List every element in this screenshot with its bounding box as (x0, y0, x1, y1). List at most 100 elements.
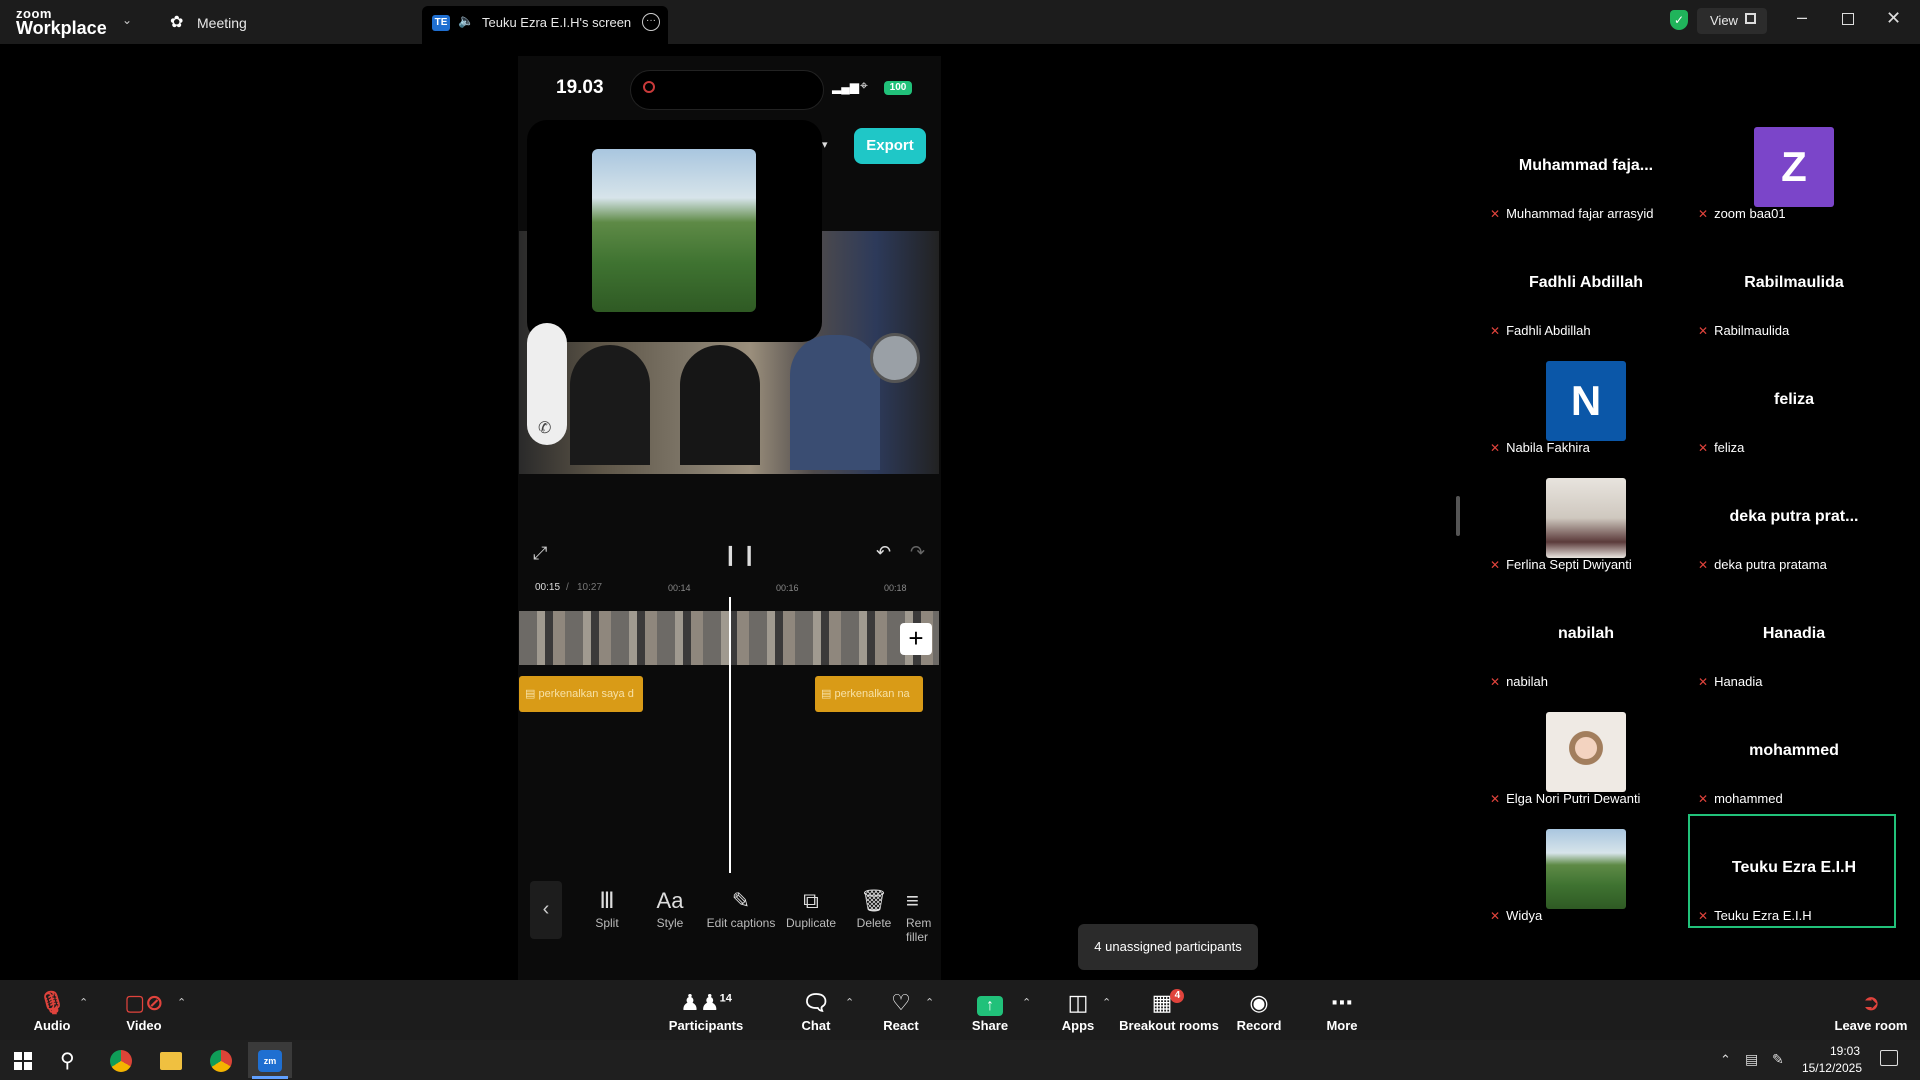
chrome-icon[interactable] (110, 1050, 132, 1072)
chat-options-caret-icon[interactable]: ⌃ (845, 996, 854, 1009)
start-tile (14, 1052, 22, 1060)
notifications-icon[interactable] (1880, 1050, 1898, 1066)
video-options-caret-icon[interactable]: ⌃ (177, 996, 186, 1009)
close-icon[interactable]: ✕ (1886, 8, 1901, 29)
style-tool[interactable]: Aa Style (640, 888, 700, 930)
participant-name: deka putra pratama (1714, 557, 1827, 572)
fullscreen-icon[interactable]: ⤢ (533, 543, 547, 564)
redo-icon[interactable]: ↷ (910, 542, 925, 563)
more-options-icon[interactable]: ··· (642, 13, 660, 31)
microphone-muted-icon: ✕ (1698, 558, 1709, 572)
split-tool[interactable]: Ⅲ Split (577, 888, 637, 930)
participant-name: Ferlina Septi Dwiyanti (1506, 557, 1632, 572)
caption-icon: ▤ (525, 688, 539, 700)
more-button[interactable]: ⋯ More (1297, 990, 1387, 1033)
playhead[interactable] (729, 597, 731, 873)
participant-name: Elga Nori Putri Dewanti (1506, 791, 1641, 806)
add-clip-icon[interactable]: + (900, 623, 932, 655)
record-label: Record (1236, 1018, 1282, 1033)
edit-captions-tool[interactable]: ✎ Edit captions (703, 888, 779, 930)
panel-resize-handle[interactable] (1456, 496, 1460, 536)
microphone-muted-icon: ✕ (1490, 207, 1501, 221)
chevron-down-icon[interactable]: ⌄ (122, 13, 132, 27)
caption-clip[interactable]: ▤ perkenalkan saya d (519, 676, 643, 712)
zoom-logo-workplace: Workplace (16, 18, 107, 38)
remove-filler-icon: ≡ (906, 888, 919, 913)
restore-icon[interactable] (1842, 13, 1854, 25)
participant-name-label: ✕ Fadhli Abdillah (1490, 323, 1591, 338)
view-grid-icon (1745, 13, 1756, 24)
pause-icon[interactable]: ❙❙ (722, 542, 760, 567)
participant-name-label: ✕ nabilah (1490, 674, 1548, 689)
duplicate-tool-label: Duplicate (785, 916, 837, 930)
breakout-rooms-label: Breakout rooms (1119, 1018, 1219, 1033)
participant-name: Rabilmaulida (1714, 323, 1790, 338)
participant-name-label: ✕ zoom baa01 (1698, 206, 1786, 221)
microphone-muted-icon: ✕ (1490, 792, 1501, 806)
microphone-muted-icon: ✕ (1490, 675, 1501, 689)
windows-start-icon[interactable] (14, 1052, 32, 1070)
signal-icon: ▂▄▆ (832, 80, 859, 94)
total-time: 10:27 (577, 582, 603, 593)
delete-tool[interactable]: 🗑 Delete (844, 888, 904, 930)
leave-room-button[interactable]: ➲ Leave room (1824, 990, 1918, 1033)
file-explorer-icon[interactable] (160, 1052, 182, 1070)
dynamic-island (630, 70, 824, 110)
participant-name: zoom baa01 (1714, 206, 1786, 221)
microphone-muted-icon: ✕ (1698, 792, 1709, 806)
video-label: Video (126, 1018, 162, 1033)
export-button[interactable]: Export (854, 128, 926, 164)
breakout-rooms-button[interactable]: ▦ 4 Breakout rooms (1113, 989, 1225, 1033)
participant-name: Nabila Fakhira (1506, 440, 1590, 455)
react-options-caret-icon[interactable]: ⌃ (925, 996, 934, 1009)
minimize-icon[interactable]: – (1797, 7, 1807, 28)
shield-icon[interactable]: ✓ (1670, 10, 1688, 30)
wifi-icon: ⌖ (860, 77, 868, 93)
network-icon[interactable]: ▤ (1745, 1051, 1758, 1068)
ruler-tick: 00:14 (668, 583, 691, 593)
view-button-label: View (1710, 13, 1738, 28)
video-button[interactable]: ▢⊘ Video (99, 990, 189, 1033)
tab-meeting[interactable]: Meeting (197, 15, 247, 31)
tab-shared-screen-label: Teuku Ezra E.I.H's screen (482, 15, 632, 30)
assistive-touch-icon[interactable] (870, 333, 920, 383)
record-icon: ◉ (1249, 990, 1269, 1015)
microphone-muted-icon: ✕ (1490, 441, 1501, 455)
microphone-muted-icon: ✕ (1698, 675, 1709, 689)
participants-button[interactable]: ♟♟14 Participants (661, 990, 751, 1033)
undo-icon[interactable]: ↶ (876, 542, 891, 563)
remove-filler-tool[interactable]: ≡ Rem filler (906, 888, 940, 944)
audio-options-caret-icon[interactable]: ⌃ (79, 996, 88, 1009)
participant-name: Teuku Ezra E.I.H (1714, 908, 1812, 923)
participant-name-label: ✕ feliza (1698, 440, 1744, 455)
search-icon[interactable]: ⚲ (60, 1048, 75, 1073)
back-chevron-icon[interactable]: ‹ (530, 881, 562, 939)
participant-name: Muhammad fajar arrasyid (1506, 206, 1654, 221)
current-time: 00:15 (535, 582, 561, 593)
person-center (680, 345, 760, 465)
apps-options-caret-icon[interactable]: ⌃ (1102, 996, 1111, 1009)
participant-name: mohammed (1714, 791, 1783, 806)
duplicate-icon: ⧉ (803, 888, 819, 913)
participant-name-label: ✕ Widya (1490, 908, 1542, 923)
show-hidden-icons-icon[interactable]: ⌃ (1720, 1052, 1731, 1068)
leave-icon: ➲ (1861, 990, 1881, 1015)
breakout-badge: 4 (1170, 989, 1185, 1003)
microphone-muted-icon: ✕ (1698, 324, 1709, 338)
resolution-dropdown-icon[interactable]: ▾ (822, 138, 828, 151)
share-options-caret-icon[interactable]: ⌃ (1022, 996, 1031, 1009)
participant-name-label: ✕ mohammed (1698, 791, 1783, 806)
participants-count: 14 (719, 992, 732, 1005)
taskbar-date[interactable]: 15/12/2025 (1780, 1061, 1862, 1075)
caption-clip[interactable]: ▤ perkenalkan na (815, 676, 923, 712)
taskbar-time[interactable]: 19:03 (1780, 1044, 1860, 1058)
audio-label: Audio (33, 1018, 71, 1033)
participant-name: Fadhli Abdillah (1506, 323, 1591, 338)
participant-name: feliza (1714, 440, 1745, 455)
record-button[interactable]: ◉ Record (1214, 990, 1304, 1033)
caption-clip-label: perkenalkan saya d (538, 688, 634, 700)
duplicate-tool[interactable]: ⧉ Duplicate (781, 888, 841, 930)
participant-name-label: ✕ Muhammad fajar arrasyid (1490, 206, 1653, 221)
edit-captions-icon: ✎ (731, 888, 751, 913)
chrome-profile-icon[interactable] (210, 1050, 232, 1072)
